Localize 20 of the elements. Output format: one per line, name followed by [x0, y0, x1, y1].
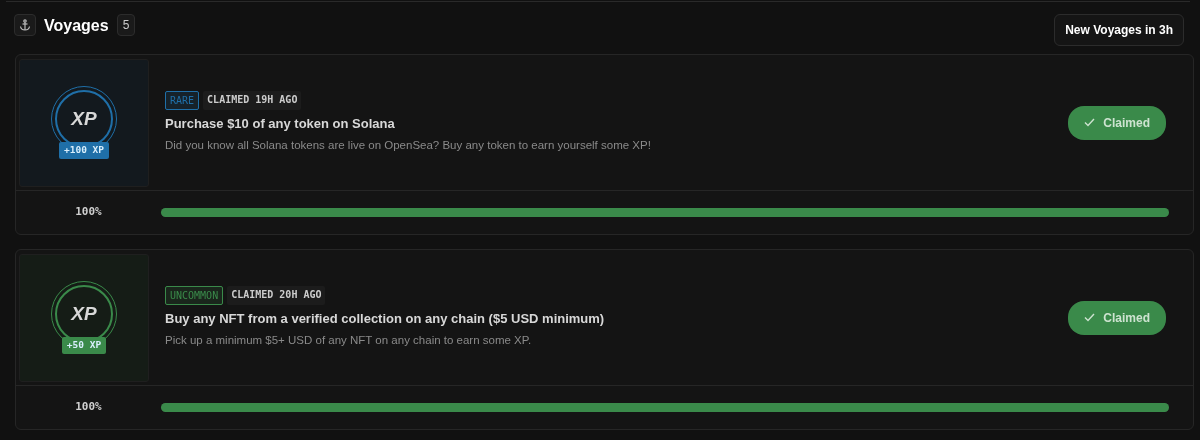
section-title: Voyages: [44, 16, 109, 36]
voyage-title: Purchase $10 of any token on Solana: [165, 114, 396, 133]
claimed-time-tag: CLAIMED 19H AGO: [203, 90, 302, 110]
check-icon: [1084, 118, 1096, 127]
new-voyages-button[interactable]: New Voyages in 3h: [1054, 14, 1184, 46]
progress-percent: 100%: [74, 399, 103, 416]
rarity-tag: RARE: [165, 90, 200, 110]
count-badge: 5: [116, 14, 136, 36]
check-icon: [1084, 313, 1096, 322]
progress-percent: 100%: [74, 204, 103, 221]
claimed-time-tag: CLAIMED 20H AGO: [227, 285, 326, 305]
voyage-description: Pick up a minimum $5+ USD of any NFT on any chain to earn some XP.: [165, 333, 533, 349]
claimed-button[interactable]: Claimed: [1068, 300, 1166, 335]
xp-reward-badge: +50 XP: [61, 337, 107, 354]
xp-reward-badge: +100 XP: [58, 142, 109, 159]
anchor-icon: [14, 14, 36, 36]
voyage-description: Did you know all Solana tokens are live on OpenSea? Buy any token to earn yourself some XP!: [165, 138, 652, 154]
rarity-tag: UNCOMMON: [165, 285, 224, 305]
claimed-button[interactable]: Claimed: [1068, 105, 1166, 140]
voyage-title: Buy any NFT from a verified collection on any chain ($5 USD minimum): [165, 309, 606, 328]
